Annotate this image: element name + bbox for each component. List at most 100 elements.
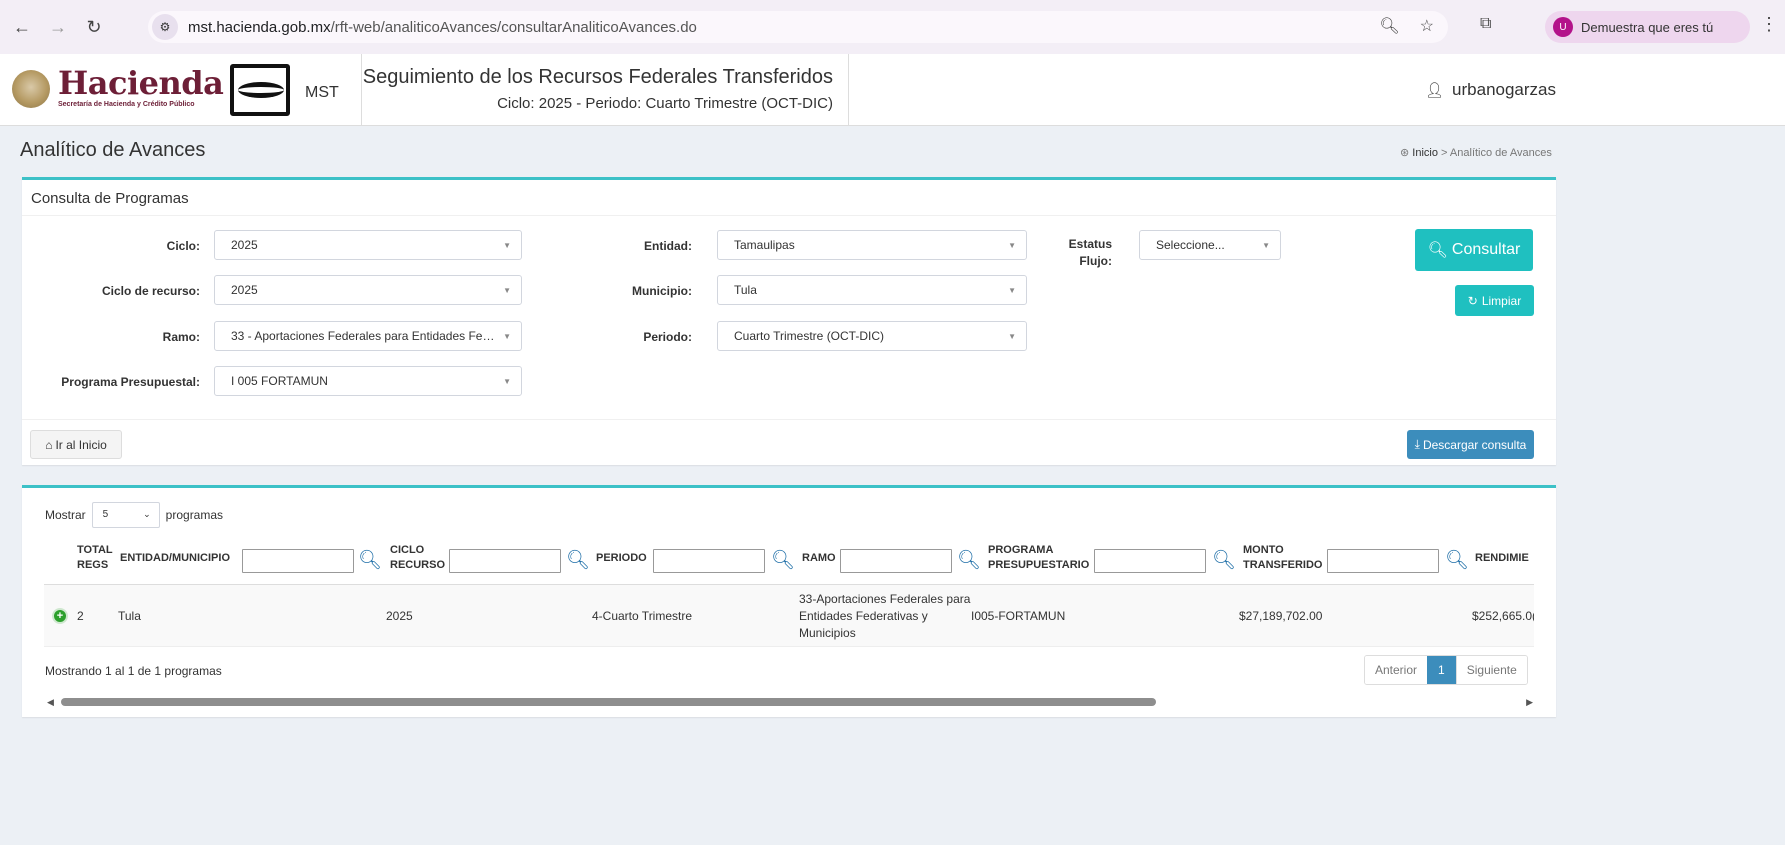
ciclo-select[interactable]: 2025 ▼ — [214, 230, 522, 260]
refresh-icon: ↻ — [1467, 293, 1478, 308]
username: urbanogarzas — [1452, 80, 1557, 99]
consultar-button[interactable]: 🔍︎ Consultar — [1415, 229, 1533, 271]
ciclo-recurso-label: Ciclo de recurso: — [101, 284, 200, 298]
search-icon[interactable]: 🔍︎ — [957, 548, 981, 572]
chevron-down-icon: ⌄ — [143, 509, 151, 519]
periodo-filter-input[interactable] — [653, 549, 765, 573]
search-icon[interactable]: 🔍︎ — [566, 548, 590, 572]
estatus-flujo-select[interactable]: Seleccione... ▼ — [1139, 230, 1281, 260]
cell-rendimientos: $252,665.0( — [1472, 609, 1534, 623]
col-ciclo-recurso[interactable]: CICLO RECURSO — [390, 543, 445, 573]
col-entidad[interactable]: ENTIDAD/MUNICIPIO — [120, 551, 230, 566]
programa-value: I 005 FORTAMUN — [231, 374, 328, 388]
entidad-select[interactable]: Tamaulipas ▼ — [717, 230, 1027, 260]
table-header: TOTAL REGS ENTIDAD/MUNICIPIO 🔍︎ CICLO RE… — [44, 537, 1534, 585]
descargar-consulta-button[interactable]: ⤓ Descargar consulta — [1407, 430, 1534, 459]
municipio-value: Tula — [734, 283, 757, 297]
limpiar-label: Limpiar — [1481, 293, 1522, 308]
brand-subtitle: Secretaría de Hacienda y Crédito Público — [58, 101, 195, 108]
entidad-value: Tamaulipas — [734, 238, 795, 252]
chevron-down-icon: ▼ — [503, 332, 511, 341]
pagination: Anterior 1 Siguiente — [1364, 655, 1528, 685]
col-rendimientos[interactable]: RENDIMIE — [1475, 551, 1529, 566]
programa-select[interactable]: I 005 FORTAMUN ▼ — [214, 366, 522, 396]
box-title: Consulta de Programas — [22, 180, 1556, 216]
cell-periodo: 4-Cuarto Trimestre — [592, 609, 693, 623]
ciclo-recurso-select[interactable]: 2025 ▼ — [214, 275, 522, 305]
col-programa[interactable]: PROGRAMA PRESUPUESTARIO — [988, 543, 1089, 573]
programa-label: Programa Presupuestal: — [61, 375, 200, 389]
cell-programa: I005-FORTAMUN — [971, 609, 1066, 623]
consultar-label: Consultar — [1451, 241, 1521, 258]
page-title: Analítico de Avances — [20, 139, 206, 161]
breadcrumb-home[interactable]: Inicio — [1412, 147, 1438, 159]
brand-name: Hacienda — [58, 64, 224, 102]
app-header: Hacienda Secretaría de Hacienda y Crédit… — [0, 54, 1785, 126]
forward-arrow-icon[interactable]: → — [44, 13, 72, 41]
pager-next[interactable]: Siguiente — [1455, 656, 1527, 684]
ciclo-filter-input[interactable] — [449, 549, 561, 573]
search-icon[interactable]: 🔍︎ — [1212, 548, 1236, 572]
scrollbar-thumb[interactable] — [61, 698, 1156, 706]
hacienda-logo[interactable]: Hacienda Secretaría de Hacienda y Crédit… — [58, 64, 224, 108]
resultados-box: Mostrar 5 ⌄ programas TOTAL REGS ENTIDAD/… — [22, 485, 1556, 717]
reload-icon[interactable]: ↻ — [80, 13, 108, 41]
url-text[interactable]: mst.hacienda.gob.mx/rft-web/analiticoAva… — [188, 19, 697, 36]
page-length-value: 5 — [102, 509, 109, 520]
back-arrow-icon[interactable]: ← — [8, 13, 36, 41]
chevron-down-icon: ▼ — [1008, 286, 1016, 295]
page-length-select[interactable]: 5 ⌄ — [91, 502, 160, 528]
col-ramo[interactable]: RAMO — [802, 551, 836, 566]
cell-monto: $27,189,702.00 — [1239, 609, 1323, 623]
col-total-regs[interactable]: TOTAL REGS — [77, 543, 113, 573]
pager-page-1[interactable]: 1 — [1427, 656, 1456, 684]
municipio-select[interactable]: Tula ▼ — [717, 275, 1027, 305]
site-info-icon[interactable]: ⚙ — [152, 14, 178, 40]
pager-prev[interactable]: Anterior — [1365, 656, 1428, 684]
monto-filter-input[interactable] — [1327, 549, 1439, 573]
col-periodo[interactable]: PERIODO — [596, 551, 647, 566]
col-programa-line2: PRESUPUESTARIO — [988, 559, 1090, 571]
expand-row-icon[interactable]: + — [52, 608, 68, 624]
entidad-label: Entidad: — [644, 239, 692, 253]
programa-filter-input[interactable] — [1094, 549, 1206, 573]
profile-label: Demuestra que eres tú — [1581, 19, 1714, 35]
estatus-value: Seleccione... — [1156, 238, 1225, 252]
inicio-label: Ir al Inicio — [55, 437, 107, 452]
url-host: mst.hacienda.gob.mx — [188, 18, 331, 36]
scroll-right-icon[interactable]: ▶ — [1526, 697, 1533, 708]
search-icon[interactable]: 🔍︎ — [1445, 548, 1469, 572]
col-ciclo-line1: CICLO — [390, 544, 425, 556]
address-bar[interactable]: ⚙ mst.hacienda.gob.mx/rft-web/analiticoA… — [148, 11, 1448, 43]
cell-total: 2 — [77, 609, 84, 623]
box-footer: ⌂ Ir al Inicio ⤓ Descargar consulta — [22, 419, 1556, 468]
extensions-icon[interactable]: ⧉ — [1480, 15, 1491, 33]
col-total-line1: TOTAL — [77, 544, 113, 556]
ramo-select[interactable]: 33 - Aportaciones Federales para Entidad… — [214, 321, 522, 351]
bookmark-star-icon[interactable]: ☆ — [1420, 16, 1434, 36]
mostrar-label: Mostrar — [45, 508, 86, 522]
profile-chip[interactable]: U Demuestra que eres tú — [1545, 11, 1750, 43]
search-icon[interactable]: 🔍︎ — [358, 548, 382, 572]
search-icon[interactable]: 🔍︎ — [771, 548, 795, 572]
col-monto[interactable]: MONTO TRANSFERIDO — [1243, 543, 1322, 573]
limpiar-button[interactable]: ↻ Limpiar — [1455, 285, 1534, 316]
user-icon: 👤︎ — [1425, 82, 1445, 99]
ramo-filter-input[interactable] — [840, 549, 952, 573]
ir-al-inicio-button[interactable]: ⌂ Ir al Inicio — [30, 430, 122, 459]
user-menu[interactable]: 👤︎ urbanogarzas — [1425, 80, 1556, 100]
browser-menu-icon[interactable]: ⋮ — [1760, 14, 1778, 35]
zoom-icon[interactable]: 🔍︎ — [1379, 16, 1399, 36]
periodo-select[interactable]: Cuarto Trimestre (OCT-DIC) ▼ — [717, 321, 1027, 351]
horizontal-scrollbar[interactable]: ◀ ▶ — [45, 694, 1535, 710]
col-total-line2: REGS — [77, 559, 109, 571]
col-ciclo-line2: RECURSO — [390, 559, 446, 571]
table-row[interactable]: + 2 Tula 2025 4-Cuarto Trimestre 33-Apor… — [44, 585, 1534, 647]
system-subtitle: Ciclo: 2025 - Periodo: Cuarto Trimestre … — [497, 95, 833, 112]
scroll-left-icon[interactable]: ◀ — [47, 697, 54, 708]
ramo-value: 33 - Aportaciones Federales para Entidad… — [231, 329, 495, 343]
breadcrumb-current: Analítico de Avances — [1449, 147, 1552, 159]
entidad-filter-input[interactable] — [242, 549, 354, 573]
table-info: Mostrando 1 al 1 de 1 programas — [45, 664, 222, 678]
col-monto-line2: TRANSFERIDO — [1243, 559, 1323, 571]
